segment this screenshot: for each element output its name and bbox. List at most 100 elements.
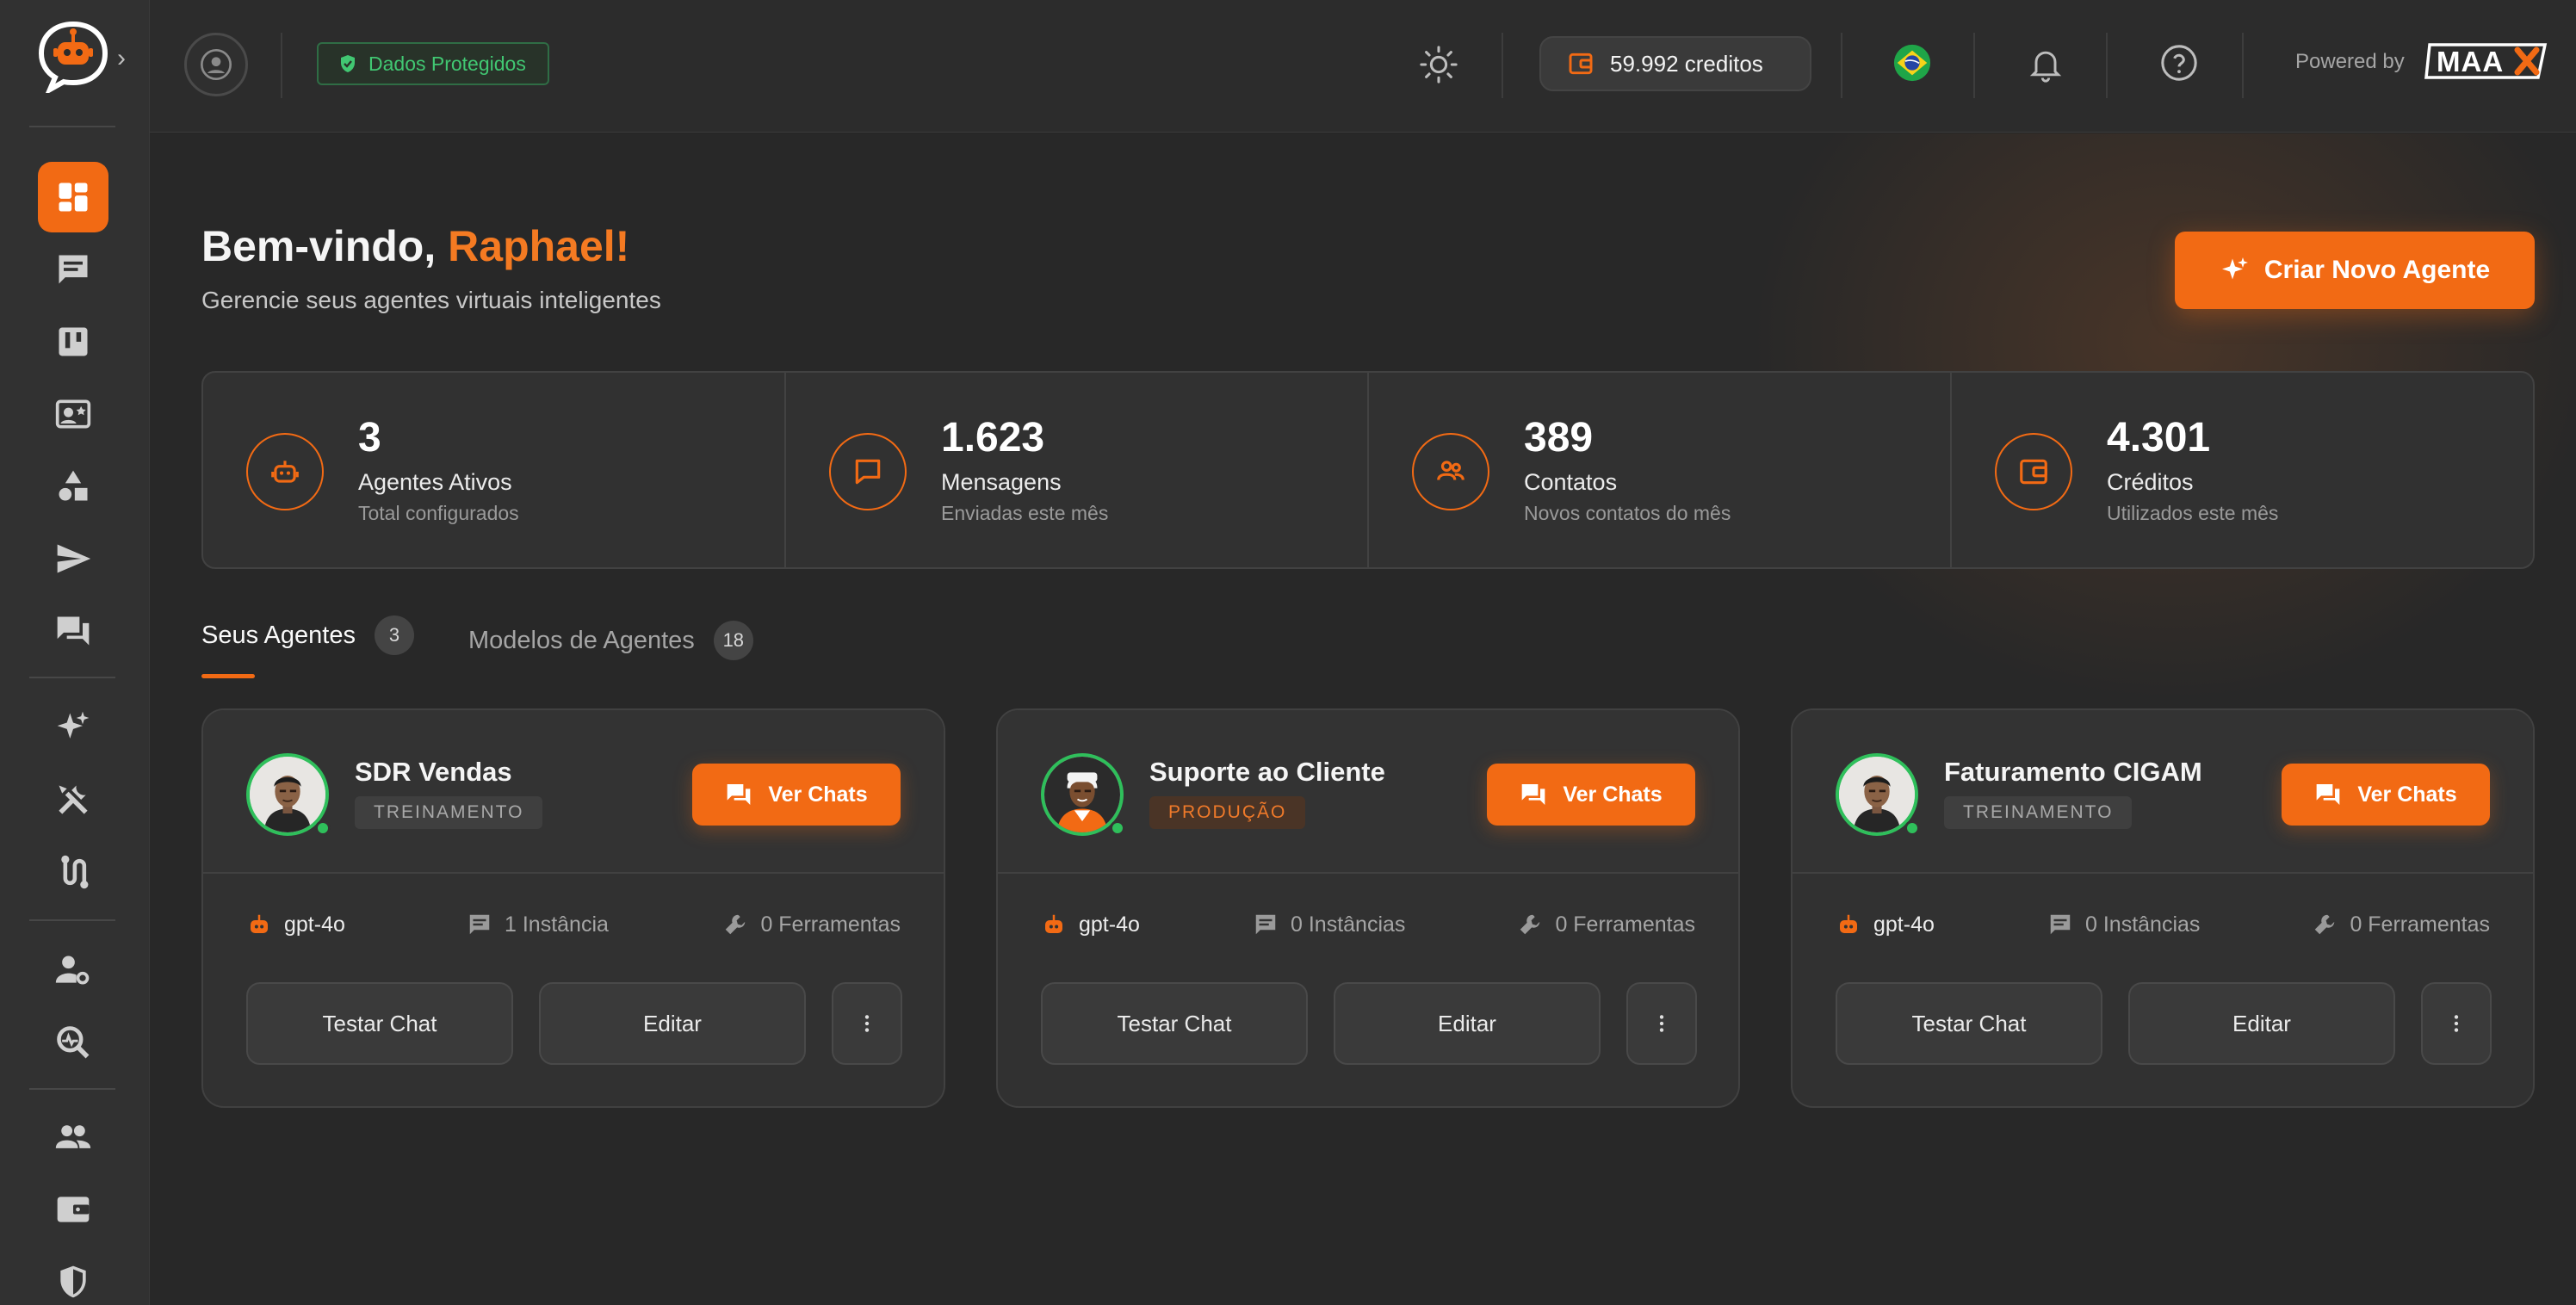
- data-protected-label: Dados Protegidos: [368, 52, 526, 75]
- agent-name: Suporte ao Cliente: [1149, 757, 1385, 787]
- view-chats-button[interactable]: Ver Chats: [1487, 764, 1695, 826]
- test-chat-button[interactable]: Testar Chat: [1041, 982, 1308, 1065]
- powered-by-label: Powered by: [2295, 50, 2405, 73]
- view-chats-button[interactable]: Ver Chats: [2282, 764, 2490, 826]
- bell-icon[interactable]: [2027, 43, 2065, 84]
- sparkles-icon[interactable]: [38, 692, 108, 763]
- edit-button[interactable]: Editar: [1334, 982, 1601, 1065]
- topbar-divider: [2106, 33, 2108, 98]
- users-icon: [1412, 433, 1489, 510]
- team-icon[interactable]: [38, 1102, 108, 1172]
- agent-model: gpt-4o: [1041, 912, 1140, 937]
- tab-label: Seus Agentes: [201, 621, 356, 649]
- tools-count: 0 Ferramentas: [2350, 912, 2490, 937]
- app-logo[interactable]: [36, 21, 110, 96]
- tab-your-agents[interactable]: Seus Agentes 3: [201, 615, 414, 655]
- agent-tools: 0 Ferramentas: [2312, 912, 2490, 937]
- stat-subtitle: Utilizados este mês: [2107, 502, 2279, 524]
- page-subtitle: Gerencie seus agentes virtuais inteligen…: [201, 287, 661, 313]
- view-chats-button[interactable]: Ver Chats: [692, 764, 901, 826]
- view-chats-label: Ver Chats: [768, 782, 868, 807]
- test-chat-button[interactable]: Testar Chat: [246, 982, 513, 1065]
- agent-status-badge: TREINAMENTO: [355, 796, 543, 829]
- wallet-icon: [1995, 433, 2072, 510]
- agent-card-header: Faturamento CIGAM TREINAMENTO Ver Chats: [1793, 710, 2533, 874]
- agent-card-header: SDR Vendas TREINAMENTO Ver Chats: [203, 710, 944, 874]
- view-chats-label: Ver Chats: [1563, 782, 1663, 807]
- tab-count-badge: 18: [713, 621, 753, 660]
- forum-icon[interactable]: [38, 596, 108, 666]
- dashboard-icon[interactable]: [38, 162, 108, 232]
- brazil-flag-icon[interactable]: [1892, 43, 1932, 83]
- send-icon[interactable]: [38, 523, 108, 594]
- forum-icon: [1521, 784, 1545, 805]
- more-vertical-icon: [864, 1015, 870, 1032]
- shapes-icon[interactable]: [38, 451, 108, 522]
- model-name: gpt-4o: [284, 912, 345, 937]
- help-icon[interactable]: [2159, 43, 2199, 83]
- stat-card-contacts: 389 Contatos Novos contatos do mês: [1369, 373, 1952, 567]
- agent-model: gpt-4o: [246, 912, 345, 937]
- tools-icon[interactable]: [38, 764, 108, 835]
- agent-tools: 0 Ferramentas: [722, 912, 901, 937]
- edit-button[interactable]: Editar: [2128, 982, 2395, 1065]
- robot-icon: [1045, 914, 1062, 933]
- user-name: Raphael!: [448, 222, 630, 270]
- stat-value: 1.623: [941, 415, 1045, 461]
- chat-icon: [469, 914, 490, 935]
- agent-card: Faturamento CIGAM TREINAMENTO Ver Chats …: [1791, 708, 2535, 1108]
- more-options-button[interactable]: [1626, 982, 1697, 1065]
- stat-value: 3: [358, 415, 381, 461]
- kanban-icon[interactable]: [38, 306, 108, 377]
- credits-balance[interactable]: 59.992 creditos: [1539, 36, 1811, 91]
- sparkles-icon: [2221, 257, 2248, 280]
- wallet-icon: [1569, 53, 1593, 75]
- greeting-text: Bem-vindo,: [201, 222, 437, 270]
- agent-name: SDR Vendas: [355, 757, 512, 787]
- stat-subtitle: Novos contatos do mês: [1524, 502, 1731, 524]
- instances-count: 0 Instâncias: [2085, 912, 2201, 937]
- more-options-button[interactable]: [2421, 982, 2492, 1065]
- agent-instances: 0 Instâncias: [2047, 912, 2200, 937]
- test-chat-button[interactable]: Testar Chat: [1836, 982, 2102, 1065]
- agent-card: SDR Vendas TREINAMENTO Ver Chats gpt-4o …: [201, 708, 945, 1108]
- agent-model: gpt-4o: [1836, 912, 1935, 937]
- theme-toggle-icon[interactable]: [1419, 45, 1458, 84]
- welcome-heading: Bem-vindo, Raphael!: [201, 221, 629, 271]
- online-status-dot: [315, 820, 331, 836]
- svg-text:MAA: MAA: [2437, 46, 2504, 77]
- agent-tools: 0 Ferramentas: [1517, 912, 1695, 937]
- topbar-divider: [281, 33, 282, 98]
- create-agent-button[interactable]: Criar Novo Agente: [2175, 232, 2535, 309]
- user-settings-icon[interactable]: [38, 935, 108, 1005]
- maax-logo[interactable]: MAA: [2424, 40, 2554, 83]
- data-protected-badge: Dados Protegidos: [317, 42, 549, 85]
- sidebar: ›: [0, 0, 150, 1305]
- analytics-icon[interactable]: [38, 1007, 108, 1078]
- agent-card-header: Suporte ao Cliente PRODUÇÃO Ver Chats: [998, 710, 1738, 874]
- sidebar-divider: [29, 677, 115, 678]
- stat-label: Mensagens: [941, 469, 1062, 495]
- stats-panel: 3 Agentes Ativos Total configurados 1.62…: [201, 371, 2535, 569]
- flow-icon[interactable]: [38, 837, 108, 907]
- agent-instances: 1 Instância: [467, 912, 609, 937]
- message-icon: [829, 433, 907, 510]
- tab-count-badge: 3: [374, 615, 414, 655]
- shield-icon[interactable]: [38, 1246, 108, 1305]
- tools-count: 0 Ferramentas: [1555, 912, 1695, 937]
- edit-button[interactable]: Editar: [539, 982, 806, 1065]
- stat-card-agents: 3 Agentes Ativos Total configurados: [203, 373, 786, 567]
- stat-subtitle: Total configurados: [358, 502, 519, 524]
- tab-agent-templates[interactable]: Modelos de Agentes 18: [468, 621, 753, 660]
- contact-card-icon[interactable]: [38, 379, 108, 449]
- online-status-dot: [1904, 820, 1920, 836]
- topbar-divider: [2242, 33, 2244, 98]
- user-avatar[interactable]: [184, 33, 248, 96]
- expand-sidebar-icon[interactable]: ›: [117, 46, 138, 71]
- wallet-icon[interactable]: [38, 1174, 108, 1245]
- view-chats-label: Ver Chats: [2357, 782, 2457, 807]
- chat-icon[interactable]: [38, 234, 108, 305]
- sidebar-divider: [29, 126, 115, 127]
- active-tab-indicator: [201, 674, 255, 678]
- more-options-button[interactable]: [832, 982, 902, 1065]
